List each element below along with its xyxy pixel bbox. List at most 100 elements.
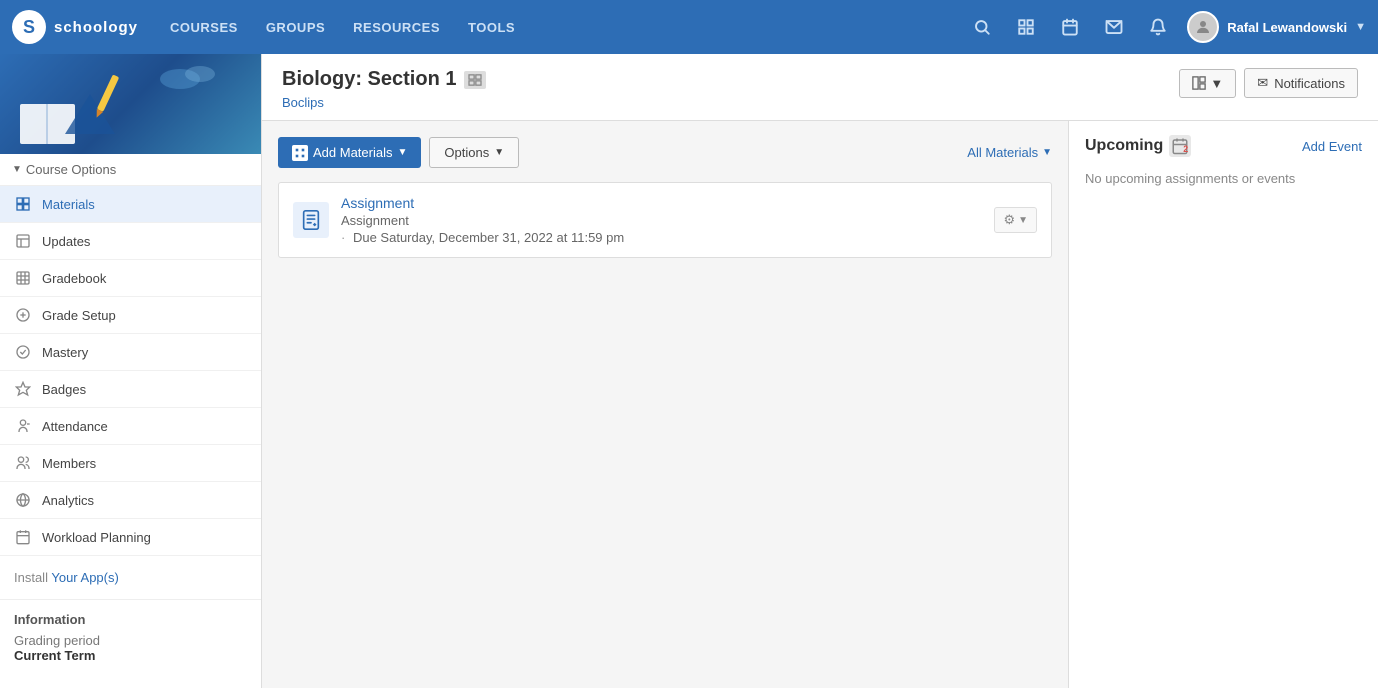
sidebar-mastery-label: Mastery [42,345,88,360]
course-grid-icon[interactable] [464,71,486,89]
install-apps-link[interactable]: Your App(s) [51,570,118,585]
user-caret-icon: ▼ [1355,21,1366,33]
information-section: Information Grading period Current Term [0,599,261,675]
course-options-caret-icon: ▼ [12,164,22,175]
sidebar-item-attendance[interactable]: Attendance [0,408,261,445]
body-area: Add Materials ▼ Options ▼ All Materials … [262,121,1378,688]
sidebar-badges-label: Badges [42,382,86,397]
sidebar-gradebook-label: Gradebook [42,271,106,286]
add-materials-icon [292,145,308,161]
nav-right-area: Rafal Lewandowski ▼ [967,11,1366,43]
nav-groups[interactable]: GROUPS [254,14,337,41]
add-materials-button[interactable]: Add Materials ▼ [278,137,421,168]
material-gear-button[interactable]: ⚙ ▼ [994,207,1037,233]
material-info: Assignment Assignment · Due Saturday, De… [341,195,994,245]
attendance-icon [14,417,32,435]
add-materials-label: Add Materials [313,145,392,160]
nav-courses[interactable]: COURSES [158,14,250,41]
all-materials-caret-icon: ▼ [1042,147,1052,158]
sidebar-materials-label: Materials [42,197,95,212]
table-row: Assignment Assignment · Due Saturday, De… [279,183,1051,257]
add-materials-caret-icon: ▼ [397,147,407,158]
logo-text: schoology [54,19,138,36]
material-title[interactable]: Assignment [341,195,994,211]
calendar-icon[interactable] [1055,12,1085,42]
sidebar-item-updates[interactable]: Updates [0,223,261,260]
course-title-text: Biology: Section 1 [282,68,456,91]
material-due-text: Due Saturday, December 31, 2022 at 11:59… [353,230,624,245]
bell-icon[interactable] [1143,12,1173,42]
materials-panel: Add Materials ▼ Options ▼ All Materials … [262,121,1068,688]
materials-toolbar: Add Materials ▼ Options ▼ All Materials … [278,137,1052,168]
upcoming-panel: Upcoming 2 Add Event No [1068,121,1378,688]
course-title: Biology: Section 1 [282,68,486,91]
notifications-envelope-icon: ✉ [1257,75,1268,91]
grading-period-value: Current Term [14,648,247,663]
nav-resources[interactable]: RESOURCES [341,14,452,41]
grading-period-label: Grading period [14,633,247,648]
calendar-badge-number: 2 [1183,144,1188,154]
upcoming-title: Upcoming 2 [1085,135,1191,157]
search-icon[interactable] [967,12,997,42]
sidebar-banner [0,54,261,154]
sidebar-item-materials[interactable]: Materials [0,186,261,223]
course-options-label: Course Options [26,162,116,177]
badges-icon [14,380,32,398]
all-materials-label: All Materials [967,145,1038,160]
sidebar-item-badges[interactable]: Badges [0,371,261,408]
grid-icon[interactable] [1011,12,1041,42]
upcoming-header: Upcoming 2 Add Event [1085,135,1362,157]
sidebar-item-grade-setup[interactable]: Grade Setup [0,297,261,334]
materials-list: Assignment Assignment · Due Saturday, De… [278,182,1052,258]
sidebar-attendance-label: Attendance [42,419,108,434]
grade-setup-icon [14,306,32,324]
mastery-icon [14,343,32,361]
upcoming-calendar-icon: 2 [1169,135,1191,157]
sidebar: ▼ Course Options Materials Updates [0,54,262,688]
course-title-area: Biology: Section 1 Boclips [282,68,486,110]
course-header: Biology: Section 1 Boclips ▼ [262,54,1378,121]
notifications-label: Notifications [1274,76,1345,91]
top-navigation: S schoology COURSES GROUPS RESOURCES TOO… [0,0,1378,54]
no-upcoming-text: No upcoming assignments or events [1085,171,1362,186]
material-due: · Due Saturday, December 31, 2022 at 11:… [341,230,994,245]
sidebar-item-members[interactable]: Members [0,445,261,482]
nav-links: COURSES GROUPS RESOURCES TOOLS [158,14,527,41]
user-menu[interactable]: Rafal Lewandowski ▼ [1187,11,1366,43]
main-layout: ▼ Course Options Materials Updates [0,54,1378,688]
options-button[interactable]: Options ▼ [429,137,519,168]
boclips-link[interactable]: Boclips [282,95,486,110]
add-event-link[interactable]: Add Event [1302,139,1362,154]
sidebar-item-gradebook[interactable]: Gradebook [0,260,261,297]
sidebar-members-label: Members [42,456,96,471]
sidebar-item-mastery[interactable]: Mastery [0,334,261,371]
materials-icon [14,195,32,213]
sidebar-item-workload-planning[interactable]: Workload Planning [0,519,261,556]
layout-button[interactable]: ▼ [1179,69,1236,98]
gear-caret-icon: ▼ [1018,215,1028,226]
mail-icon[interactable] [1099,12,1129,42]
nav-tools[interactable]: TOOLS [456,14,527,41]
user-name: Rafal Lewandowski [1227,20,1347,35]
notifications-button[interactable]: ✉ Notifications [1244,68,1358,98]
gear-icon: ⚙ [1003,212,1015,228]
main-content: Biology: Section 1 Boclips ▼ [262,54,1378,688]
assignment-icon [293,202,329,238]
options-label: Options [444,145,489,160]
sidebar-workload-label: Workload Planning [42,530,151,545]
layout-caret-icon: ▼ [1210,76,1223,91]
install-apps-area: Install Your App(s) [0,556,261,599]
course-options[interactable]: ▼ Course Options [0,154,261,186]
material-dot: · [341,230,345,245]
all-materials-link[interactable]: All Materials ▼ [967,145,1052,160]
logo-area[interactable]: S schoology [12,10,138,44]
members-icon [14,454,32,472]
logo-s: S [23,17,35,38]
material-type: Assignment [341,213,994,228]
sidebar-item-analytics[interactable]: Analytics [0,482,261,519]
information-label: Information [14,612,247,627]
header-actions: ▼ ✉ Notifications [1179,68,1358,98]
avatar [1187,11,1219,43]
workload-icon [14,528,32,546]
updates-icon [14,232,32,250]
